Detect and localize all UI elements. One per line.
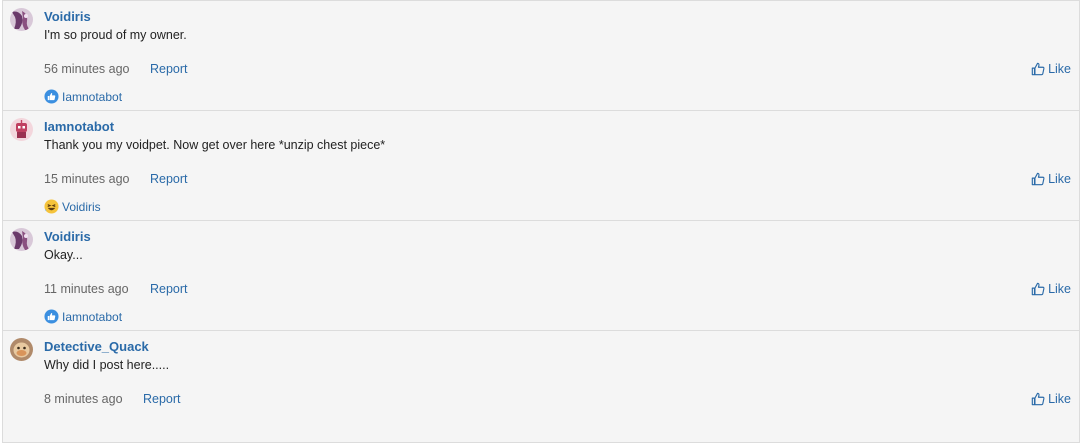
like-label: Like [1048,392,1071,406]
comment-text: Okay... [44,248,83,262]
comment-timestamp: 15 minutes ago [44,172,130,186]
avatar[interactable] [10,118,33,141]
comment-author[interactable]: Iamnotabot [44,119,114,134]
comment-author[interactable]: Voidiris [44,229,91,244]
thumbs-up-icon [1031,392,1045,406]
like-label: Like [1048,172,1071,186]
comment-item: Voidiris Okay... 11 minutes ago Report L… [3,221,1079,331]
comment-timestamp: 8 minutes ago [44,392,123,406]
like-button[interactable]: Like [1031,172,1071,186]
reaction-summary[interactable]: Iamnotabot [44,89,122,104]
avatar[interactable] [10,338,33,361]
comment-text: Why did I post here..... [44,358,170,372]
like-label: Like [1048,62,1071,76]
like-icon [44,89,59,104]
reaction-user: Voidiris [62,199,101,214]
report-link[interactable]: Report [150,282,188,296]
reaction-summary[interactable]: Voidiris [44,199,101,214]
like-label: Like [1048,282,1071,296]
report-link[interactable]: Report [143,392,181,406]
report-link[interactable]: Report [150,172,188,186]
reaction-user: Iamnotabot [62,89,123,104]
comment-item: Voidiris I'm so proud of my owner. 56 mi… [3,1,1079,111]
comment-timestamp: 56 minutes ago [44,62,130,76]
thumbs-up-icon [1031,282,1045,296]
report-link[interactable]: Report [150,62,188,76]
haha-icon [44,199,59,214]
like-button[interactable]: Like [1031,282,1071,296]
avatar[interactable] [10,8,33,31]
thumbs-up-icon [1031,172,1045,186]
like-icon [44,309,59,324]
comment-timestamp: 11 minutes ago [44,282,129,296]
comment-text: I'm so proud of my owner. [44,28,187,42]
reaction-summary[interactable]: Iamnotabot [44,309,122,324]
comment-item: Iamnotabot Thank you my voidpet. Now get… [3,111,1079,221]
comment-item: Detective_Quack Why did I post here.....… [3,331,1079,442]
reaction-user: Iamnotabot [62,309,123,324]
like-button[interactable]: Like [1031,62,1071,76]
comment-thread: Voidiris I'm so proud of my owner. 56 mi… [2,0,1080,443]
comment-author[interactable]: Voidiris [44,9,91,24]
thumbs-up-icon [1031,62,1045,76]
avatar[interactable] [10,228,33,251]
comment-author[interactable]: Detective_Quack [44,339,149,354]
like-button[interactable]: Like [1031,392,1071,406]
comment-text: Thank you my voidpet. Now get over here … [44,138,386,152]
